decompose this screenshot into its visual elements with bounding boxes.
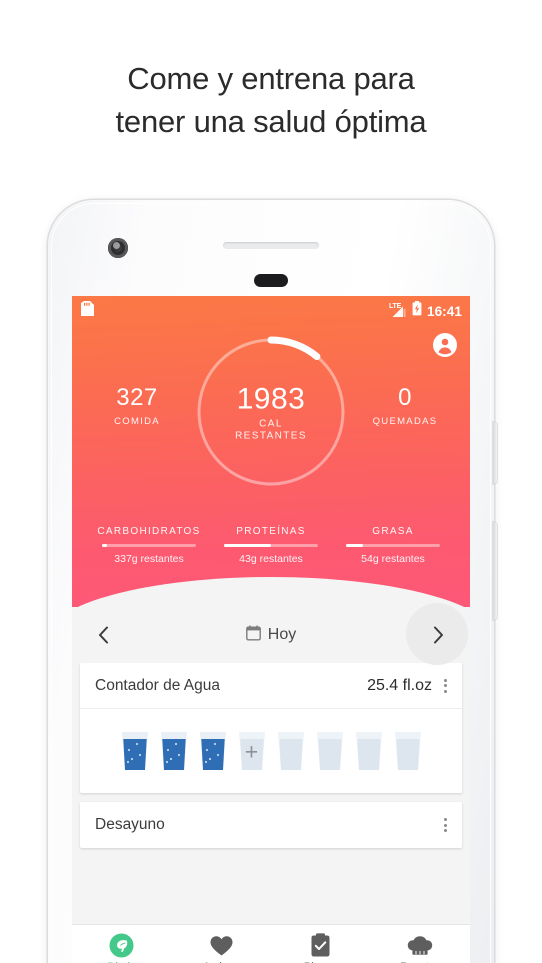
signal-bars-icon: LTE [388,302,407,319]
stat-burned-value: 0 [398,384,412,411]
nav-item-amigos[interactable]: Amigos [172,933,272,963]
calendar-icon [245,624,261,646]
headline-line-2: tener una salud óptima [115,103,427,139]
calorie-ring-section: 327 COMIDA 0 QUEMADAS 1983 CAL RESTANTES [72,332,470,520]
water-glass-6[interactable] [315,730,345,772]
stat-food: 327 COMIDA [78,384,196,427]
previous-day-button[interactable] [88,620,118,650]
earpiece-speaker [223,242,319,249]
breakfast-overflow-menu-icon[interactable] [434,810,456,840]
clipboard-check-icon [271,933,371,959]
stat-food-value: 327 [116,384,158,411]
heart-icon [172,933,272,959]
macro-protein-name: PROTEÍNAS [236,526,306,537]
macro-protein-fill [224,544,271,547]
volume-button[interactable] [493,522,497,620]
macro-fat-name: GRASA [372,526,414,537]
page-headline: Come y entrena para tener una salud ópti… [0,58,542,144]
plus-icon: + [244,738,259,765]
macro-carbs-fill [102,544,107,547]
page-root: Come y entrena para tener una salud ópti… [0,0,542,963]
macros-row: CARBOHIDRATOS 337g restantes PROTEÍNAS 4… [72,526,470,565]
battery-charging-icon [412,301,422,321]
calorie-ring-center: 1983 CAL RESTANTES [201,383,341,441]
macro-carbs[interactable]: CARBOHIDRATOS 337g restantes [88,526,210,565]
calorie-ring-label-2: RESTANTES [235,429,307,441]
water-glass-7[interactable] [354,730,384,772]
diary-cards: Contador de Agua 25.4 fl.oz + Desayuno [72,663,470,848]
macro-carbs-remaining: 337g restantes [114,553,184,565]
status-bar-right: LTE 16:41 [389,301,462,321]
water-glass-3[interactable] [198,730,228,772]
water-overflow-menu-icon[interactable] [434,671,456,701]
water-card-header-right: 25.4 fl.oz [367,671,456,701]
macro-fat[interactable]: GRASA 54g restantes [332,526,454,565]
water-glass-1[interactable] [120,730,150,772]
macro-protein[interactable]: PROTEÍNAS 43g restantes [210,526,332,565]
nav-item-diario[interactable]: Diario [72,933,172,963]
stat-burned-label: QUEMADAS [372,416,438,427]
calorie-summary-header: LTE 16:41 327 COMIDA 0 QUEMADAS 1983 CAL… [72,296,470,637]
water-glass-8[interactable] [393,730,423,772]
macro-fat-bar [346,544,440,547]
date-text: Hoy [267,626,297,643]
lte-label: LTE [388,302,402,310]
date-navigation-bar: Hoy [72,603,470,665]
calorie-progress-ring[interactable]: 1983 CAL RESTANTES [191,332,351,492]
sd-card-icon [81,301,94,321]
proximity-sensor [254,274,288,287]
nav-item-recetas[interactable]: Recetas [371,933,471,963]
water-glass-5[interactable] [276,730,306,772]
water-card-header: Contador de Agua 25.4 fl.oz [80,663,462,709]
water-glasses-row: + [80,709,462,793]
macro-fat-remaining: 54g restantes [361,553,425,565]
bottom-navigation-bar: Diario Amigos Planes [72,924,470,963]
water-glass-2[interactable] [159,730,189,772]
calories-remaining-value: 1983 [236,382,306,416]
stat-food-label: COMIDA [114,416,160,427]
next-day-button[interactable] [424,620,454,650]
breakfast-card-title: Desayuno [95,816,165,833]
water-amount-value: 25.4 fl.oz [367,676,432,694]
nav-item-planes[interactable]: Planes [271,933,371,963]
headline-line-1: Come y entrena para [127,61,415,96]
calorie-ring-label-1: CAL [259,417,283,429]
breakfast-card: Desayuno [80,802,462,848]
chef-hat-icon [371,933,471,959]
stat-burned: 0 QUEMADAS [346,384,464,427]
clock-time: 16:41 [426,303,462,319]
water-card-title: Contador de Agua [95,676,220,694]
current-date-label[interactable]: Hoy [245,624,297,646]
power-button[interactable] [493,422,497,484]
phone-device-frame: LTE 16:41 327 COMIDA 0 QUEMADAS 1983 CAL… [48,200,497,963]
macro-carbs-bar [102,544,196,547]
macro-protein-remaining: 43g restantes [239,553,303,565]
leaf-logo-icon [72,933,172,959]
status-bar: LTE 16:41 [72,296,470,326]
breakfast-card-header[interactable]: Desayuno [80,802,462,848]
front-camera-icon [108,238,128,258]
macro-protein-bar [224,544,318,547]
water-counter-card: Contador de Agua 25.4 fl.oz + [80,663,462,793]
macro-carbs-name: CARBOHIDRATOS [97,526,201,537]
add-water-glass-button[interactable]: + [237,730,267,772]
phone-screen: LTE 16:41 327 COMIDA 0 QUEMADAS 1983 CAL… [72,296,470,963]
macro-fat-fill [346,544,363,547]
